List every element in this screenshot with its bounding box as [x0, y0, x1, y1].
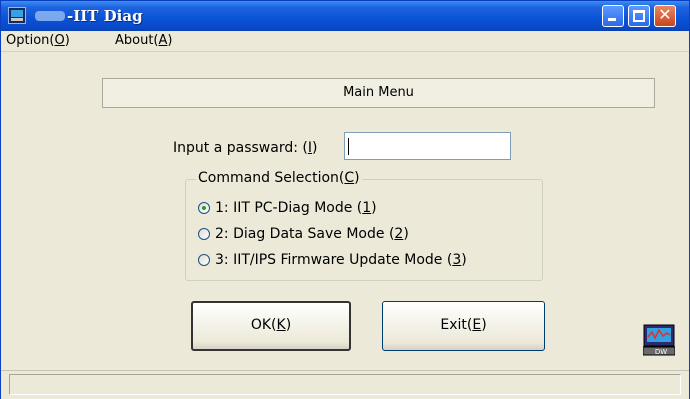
- menu-option-label: Option(: [6, 33, 55, 48]
- app-monitor-icon[interactable]: [8, 7, 26, 24]
- exit-end: ): [481, 317, 487, 333]
- window-title: -IIT Diag: [67, 7, 143, 25]
- diag-icon-text: DW: [655, 348, 667, 356]
- title-bar[interactable]: -IIT Diag ✕: [1, 1, 689, 31]
- close-button[interactable]: ✕: [654, 5, 676, 27]
- radio-firmware-key: 3: [452, 252, 462, 268]
- password-label-text: Input a passward: (: [173, 140, 308, 156]
- radio-data-save-label: 2: Diag Data Save Mode (: [215, 226, 395, 242]
- main-panel: Main Menu Input a passward: (I) Command …: [1, 51, 689, 370]
- ok-label: OK(: [250, 317, 277, 333]
- ok-end: ): [285, 317, 292, 333]
- radio-pc-diag-key: 1: [362, 200, 372, 216]
- radio-data-save-key: 2: [394, 226, 404, 242]
- text-caret: [348, 138, 349, 155]
- command-title-key: C: [344, 170, 355, 186]
- minimize-icon: [608, 18, 616, 21]
- radio-data-save-mode[interactable]: 2: Diag Data Save Mode (2): [198, 226, 409, 242]
- command-title-text: Command Selection(: [198, 170, 345, 186]
- maximize-button[interactable]: [628, 5, 650, 27]
- password-input[interactable]: [344, 132, 511, 160]
- exit-key: E: [472, 317, 482, 333]
- ok-key: K: [276, 317, 286, 333]
- app-window: -IIT Diag ✕ Option(O) About(A) Main Menu…: [0, 0, 690, 399]
- menu-about-end: ): [167, 33, 173, 48]
- exit-label: Exit(: [440, 317, 473, 333]
- redacted-title-prefix: [35, 11, 65, 21]
- menu-option[interactable]: Option(O): [6, 33, 70, 48]
- menu-about-label: About(: [115, 33, 159, 48]
- ok-button[interactable]: OK(K): [191, 301, 351, 351]
- status-bar: [1, 370, 689, 399]
- radio-pc-diag-end: ): [371, 200, 377, 216]
- menu-about[interactable]: About(A): [115, 33, 173, 48]
- radio-firmware-update-mode[interactable]: 3: IIT/IPS Firmware Update Mode (3): [198, 252, 467, 268]
- menu-option-end: ): [64, 33, 70, 48]
- password-label-end: ): [311, 140, 318, 156]
- status-panel: [9, 374, 681, 395]
- command-title-end: ): [354, 170, 360, 186]
- radio-firmware-label: 3: IIT/IPS Firmware Update Mode (: [215, 252, 453, 268]
- radio-firmware-end: ): [461, 252, 467, 268]
- main-menu-header: Main Menu: [102, 78, 655, 108]
- command-selection-group: Command Selection(C) 1: IIT PC-Diag Mode…: [185, 170, 543, 281]
- close-icon: ✕: [658, 5, 672, 24]
- password-label: Input a passward: (I): [173, 140, 317, 156]
- radio-pc-diag-mode[interactable]: 1: IIT PC-Diag Mode (1): [198, 200, 377, 216]
- exit-button[interactable]: Exit(E): [382, 301, 545, 351]
- radio-selected-icon[interactable]: [198, 202, 210, 214]
- minimize-button[interactable]: [602, 5, 624, 27]
- maximize-icon: [633, 10, 645, 22]
- diag-monitor-icon: DW: [643, 324, 675, 356]
- menu-bar: Option(O) About(A): [1, 31, 689, 51]
- radio-pc-diag-label: 1: IIT PC-Diag Mode (: [215, 200, 363, 216]
- radio-unselected-icon[interactable]: [198, 228, 210, 240]
- radio-unselected-icon[interactable]: [198, 254, 210, 266]
- command-selection-title: Command Selection(C): [196, 170, 362, 186]
- menu-option-key: O: [54, 33, 65, 48]
- radio-data-save-end: ): [403, 226, 409, 242]
